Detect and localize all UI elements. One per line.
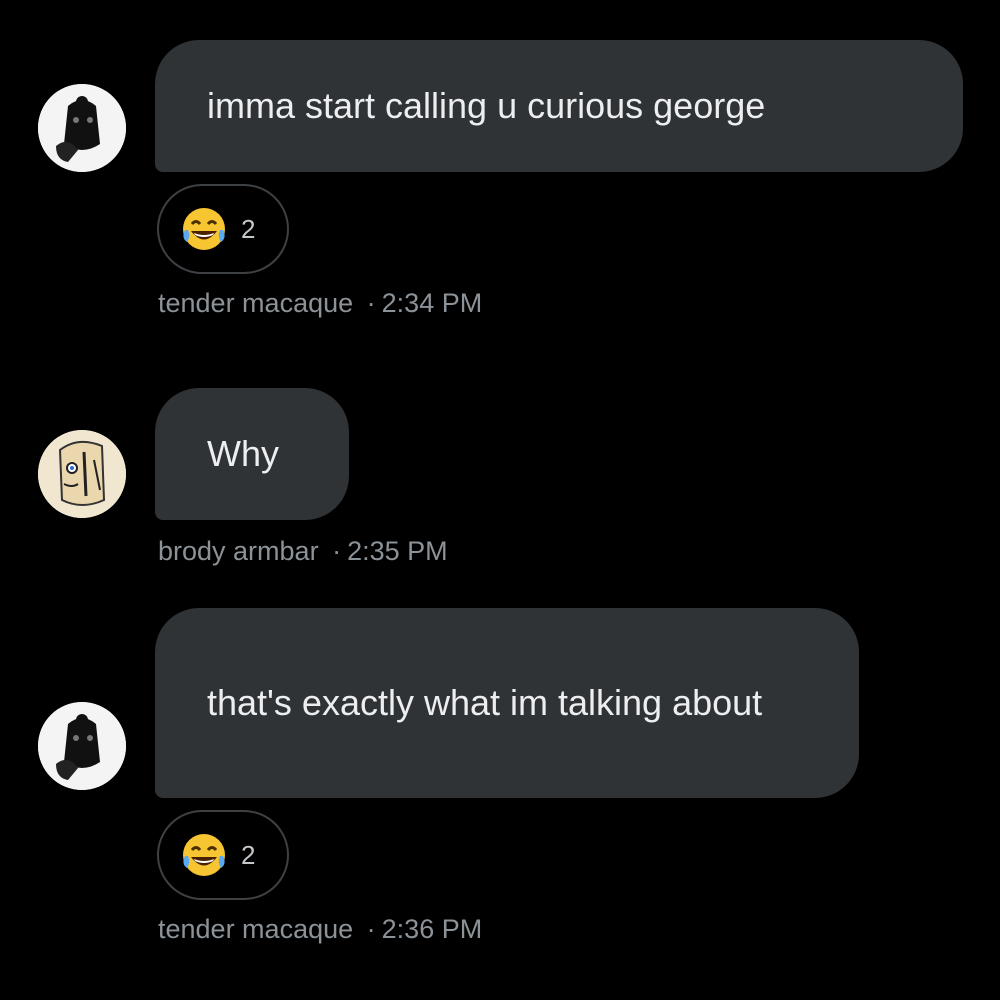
reaction-pill[interactable]: 2 (157, 810, 289, 900)
meta-separator: · (366, 914, 376, 944)
timestamp: 2:36 PM (381, 914, 483, 944)
sender-name[interactable]: tender macaque (158, 288, 353, 318)
cartoon-face-avatar-icon[interactable] (38, 430, 126, 518)
reaction-count: 2 (241, 213, 256, 244)
monkey-sketch-avatar-icon[interactable] (38, 84, 126, 172)
sender-name[interactable]: tender macaque (158, 914, 353, 944)
timestamp: 2:35 PM (347, 536, 448, 566)
meta-separator: · (366, 288, 376, 318)
meta-separator: · (332, 536, 342, 566)
message-meta: tender macaque · 2:34 PM (158, 288, 482, 319)
reaction-pill[interactable]: 2 (157, 184, 289, 274)
reaction-count: 2 (241, 839, 256, 870)
face-with-tears-of-joy-icon (179, 204, 229, 254)
message-text: imma start calling u curious george (207, 85, 766, 126)
message-bubble[interactable]: imma start calling u curious george (155, 40, 963, 172)
timestamp: 2:34 PM (381, 288, 483, 318)
message-meta: tender macaque · 2:36 PM (158, 914, 482, 945)
message-meta: brody armbar · 2:35 PM (158, 536, 448, 567)
face-with-tears-of-joy-icon (179, 830, 229, 880)
message-text: Why (207, 433, 279, 474)
message-bubble[interactable]: that's exactly what im talking about (155, 608, 859, 798)
message-text: that's exactly what im talking about (207, 682, 763, 723)
sender-name[interactable]: brody armbar (158, 536, 319, 566)
monkey-sketch-avatar-icon[interactable] (38, 702, 126, 790)
message-bubble[interactable]: Why (155, 388, 349, 520)
